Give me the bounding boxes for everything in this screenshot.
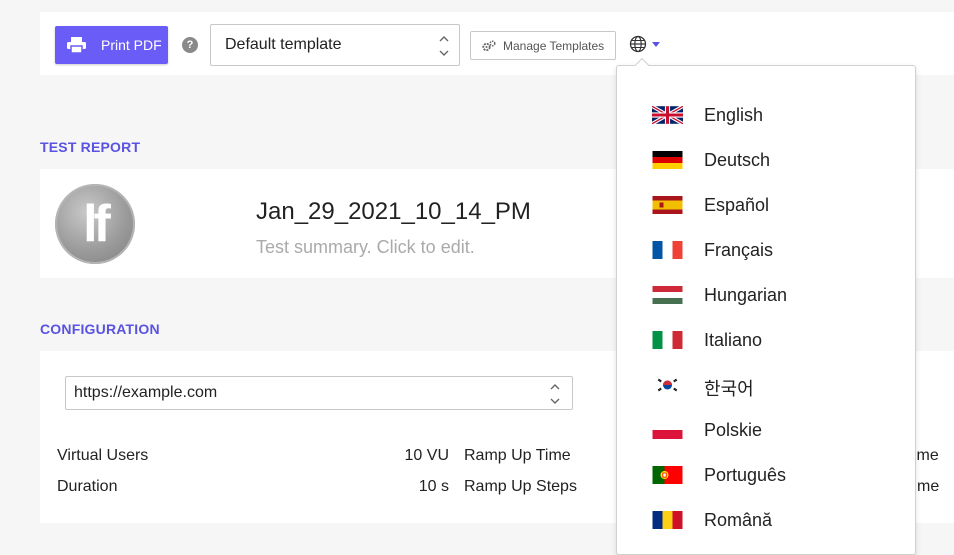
chevron-updown-icon <box>439 36 449 56</box>
germany-flag-icon <box>652 151 683 169</box>
caret-down-icon <box>652 42 660 47</box>
uk-flag-icon <box>652 106 683 124</box>
template-select[interactable]: Default template <box>210 24 460 66</box>
language-dropdown-toggle[interactable] <box>628 34 664 56</box>
language-option-italiano[interactable]: Italiano <box>617 323 915 357</box>
ramp-up-steps-label: Ramp Up Steps <box>464 478 577 495</box>
report-summary[interactable]: Test summary. Click to edit. <box>256 237 475 258</box>
language-option-english[interactable]: English <box>617 98 915 132</box>
romania-flag-icon <box>652 511 683 529</box>
virtual-users-label: Virtual Users <box>57 447 149 464</box>
portugal-flag-icon <box>652 466 683 484</box>
gears-icon <box>482 40 496 52</box>
virtual-users-value: 10 VU <box>404 447 449 464</box>
loadforge-logo: lf <box>55 184 135 264</box>
france-flag-icon <box>652 241 683 259</box>
language-option-korean[interactable]: 한국어 <box>617 368 915 402</box>
language-option-polskie[interactable]: Polskie <box>617 413 915 447</box>
duration-label: Duration <box>57 478 118 495</box>
duration-value: 10 s <box>418 478 449 495</box>
language-option-francais[interactable]: Français <box>617 233 915 267</box>
language-option-espanol[interactable]: Español <box>617 188 915 222</box>
language-option-romana[interactable]: Română <box>617 503 915 537</box>
language-label: Polskie <box>704 420 763 440</box>
language-option-portugues[interactable]: Português <box>617 458 915 492</box>
report-name[interactable]: Jan_29_2021_10_14_PM <box>256 198 531 226</box>
config-label-partial: ime <box>913 447 939 464</box>
target-url-select[interactable]: https://example.com <box>65 376 573 410</box>
print-pdf-label: Print PDF <box>101 37 162 53</box>
language-option-hungarian[interactable]: Hungarian <box>617 278 915 312</box>
manage-templates-button[interactable]: Manage Templates <box>470 31 616 60</box>
language-label: Español <box>704 195 770 215</box>
language-label: Română <box>704 510 773 530</box>
template-select-value: Default template <box>225 36 342 53</box>
ramp-up-time-label: Ramp Up Time <box>464 447 571 464</box>
globe-icon <box>629 35 647 53</box>
configuration-heading: CONFIGURATION <box>40 321 160 337</box>
language-label: 한국어 <box>704 379 754 399</box>
test-report-heading: TEST REPORT <box>40 139 141 155</box>
manage-templates-label: Manage Templates <box>503 39 605 53</box>
language-label: Português <box>704 465 787 485</box>
config-label-partial: me <box>917 478 940 495</box>
italy-flag-icon <box>652 331 683 349</box>
language-option-deutsch[interactable]: Deutsch <box>617 143 915 177</box>
language-label: Italiano <box>704 330 763 350</box>
language-label: Deutsch <box>704 150 771 170</box>
chevron-updown-icon <box>550 384 560 404</box>
language-label: Français <box>704 240 774 260</box>
printer-icon <box>67 37 86 53</box>
print-pdf-button[interactable]: Print PDF <box>55 26 168 64</box>
language-menu: English Deutsch Español Français Hungari… <box>616 57 916 555</box>
target-url-value: https://example.com <box>74 384 218 401</box>
language-label: Hungarian <box>704 285 788 305</box>
poland-flag-icon <box>652 421 683 439</box>
language-label: English <box>704 105 764 125</box>
korea-flag-icon <box>652 376 683 394</box>
spain-flag-icon <box>652 196 683 214</box>
help-icon[interactable]: ? <box>182 37 198 53</box>
hungary-flag-icon <box>652 286 683 304</box>
